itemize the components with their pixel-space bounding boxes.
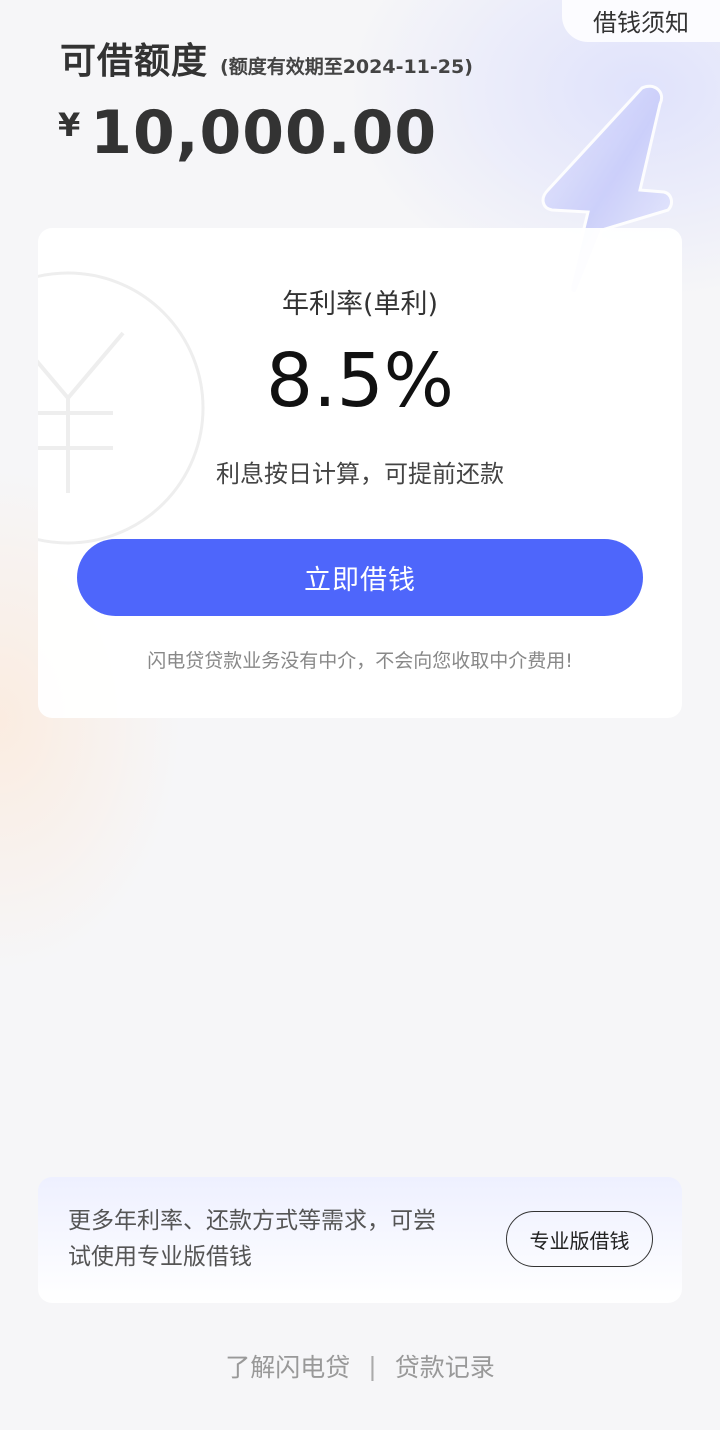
borrow-now-label: 立即借钱 bbox=[304, 565, 416, 596]
loan-notice-link[interactable]: 借钱须知 bbox=[562, 0, 720, 42]
quota-header: 可借额度 (额度有效期至2024-11-25) bbox=[60, 32, 473, 84]
pro-version-label: 专业版借钱 bbox=[529, 1228, 630, 1253]
rate-label: 年利率(单利) bbox=[281, 289, 439, 320]
footer-separator: | bbox=[368, 1351, 377, 1381]
rate-note: 利息按日计算，可提前还款 bbox=[216, 460, 504, 488]
quota-title: 可借额度 bbox=[60, 41, 209, 82]
amount-row: ¥ 10,000.00 bbox=[58, 98, 437, 168]
disclaimer-text: 闪电贷贷款业务没有中介，不会向您收取中介费用! bbox=[147, 650, 573, 672]
quota-validity: (额度有效期至2024-11-25) bbox=[220, 56, 473, 78]
available-amount: 10,000.00 bbox=[90, 98, 438, 168]
rate-value: 8.5% bbox=[266, 338, 454, 424]
loan-records-link[interactable]: 贷款记录 bbox=[395, 1348, 495, 1384]
pro-version-promo: 更多年利率、还款方式等需求，可尝试使用专业版借钱 专业版借钱 bbox=[38, 1177, 682, 1303]
currency-symbol: ¥ bbox=[58, 106, 81, 144]
pro-version-button[interactable]: 专业版借钱 bbox=[506, 1211, 653, 1267]
rate-card: 年利率(单利) 8.5% 利息按日计算，可提前还款 立即借钱 闪电贷贷款业务没有… bbox=[38, 228, 682, 718]
promo-text: 更多年利率、还款方式等需求，可尝试使用专业版借钱 bbox=[68, 1208, 436, 1270]
page: 借钱须知 可借额度 (额度有效期至2024-11-25) ¥ 10,000.00… bbox=[0, 0, 720, 1430]
borrow-now-button[interactable]: 立即借钱 bbox=[77, 539, 643, 616]
footer-links: 了解闪电贷 | 贷款记录 bbox=[0, 1348, 720, 1384]
loan-notice-label: 借钱须知 bbox=[593, 8, 689, 37]
about-link[interactable]: 了解闪电贷 bbox=[225, 1348, 350, 1384]
